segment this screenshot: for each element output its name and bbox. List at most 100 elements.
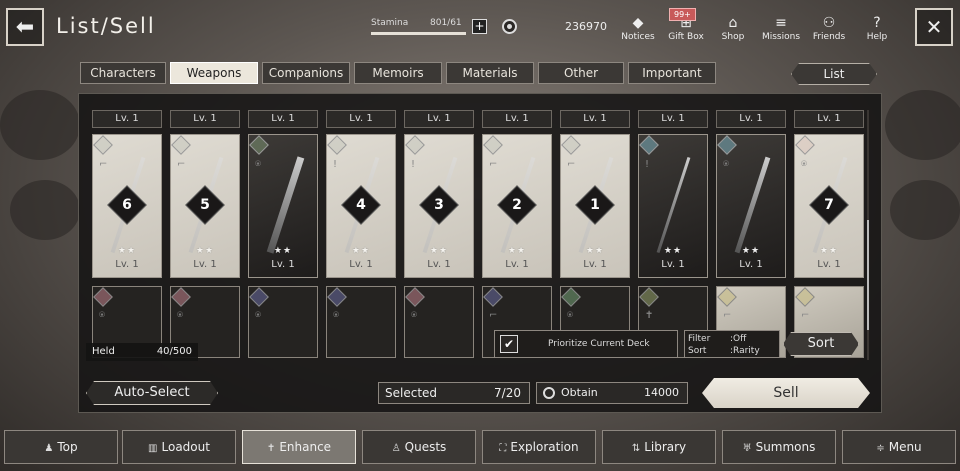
weapon-card[interactable]: ⍟ ★★ Lv. 1 bbox=[716, 134, 786, 278]
close-icon: ✕ bbox=[925, 15, 943, 39]
nav-loadout[interactable]: ▥ Loadout bbox=[122, 430, 236, 464]
tab-characters[interactable]: Characters bbox=[80, 62, 166, 84]
element-icon bbox=[561, 287, 581, 307]
shop-icon: ⌂ bbox=[728, 15, 738, 31]
element-icon bbox=[639, 135, 659, 155]
back-button[interactable]: ⬅ bbox=[6, 8, 44, 46]
currency-amount: 236970 bbox=[565, 20, 607, 33]
held-label: Held bbox=[92, 346, 115, 357]
weapon-level: Lv. 1 bbox=[349, 259, 373, 270]
element-icon bbox=[639, 287, 659, 307]
nav-menu[interactable]: ≑ Menu bbox=[842, 430, 956, 464]
element-icon bbox=[327, 135, 347, 155]
rarity-stars: ★★ bbox=[117, 246, 137, 256]
weapon-level: Lv. 1 bbox=[505, 259, 529, 270]
tab-weapons[interactable]: Weapons bbox=[170, 62, 258, 84]
tab-memoirs[interactable]: Memoirs bbox=[354, 62, 442, 84]
tab-companions[interactable]: Companions bbox=[262, 62, 350, 84]
selection-order-number: 2 bbox=[512, 197, 522, 213]
list-view-button[interactable]: List bbox=[791, 63, 877, 85]
shop-button[interactable]: ⌂ Shop bbox=[709, 14, 757, 42]
element-icon bbox=[249, 287, 269, 307]
back-arrow-icon: ⬅ bbox=[15, 14, 35, 40]
weapon-type-icon: ⌐ bbox=[489, 159, 498, 170]
sell-button[interactable]: Sell bbox=[702, 378, 870, 408]
weapon-type-icon: ⍟ bbox=[99, 310, 105, 321]
stamina-value: 801/61 bbox=[430, 18, 462, 28]
selection-order-number: 1 bbox=[590, 197, 600, 213]
background-chair bbox=[10, 180, 80, 240]
weapon-level: Lv. 1 bbox=[739, 259, 763, 270]
weapon-type-icon: ⍟ bbox=[177, 310, 183, 321]
selection-order-number: 3 bbox=[434, 197, 444, 213]
weapon-level: Lv. 1 bbox=[271, 259, 295, 270]
tab-materials[interactable]: Materials bbox=[446, 62, 534, 84]
weapon-card[interactable]: ! 4 ★★ Lv. 1 bbox=[326, 134, 396, 278]
sort-button[interactable]: Sort bbox=[783, 332, 859, 356]
summons-icon: ♅ bbox=[742, 443, 752, 454]
weapon-card[interactable]: ! ★★ Lv. 1 bbox=[638, 134, 708, 278]
level-strip: Lv. 1 bbox=[170, 110, 240, 128]
weapon-card[interactable]: ⍟ ★★ Lv. 1 bbox=[248, 134, 318, 278]
scrollbar-thumb[interactable] bbox=[867, 220, 869, 330]
sort-row: Sort:Rarity bbox=[688, 346, 760, 356]
weapon-type-icon: ⍟ bbox=[801, 159, 807, 170]
help-icon: ? bbox=[873, 15, 881, 31]
quests-icon: ♙ bbox=[391, 443, 401, 454]
weapon-card[interactable]: ⍟ bbox=[326, 286, 396, 358]
weapon-card[interactable]: ⌐ 5 ★★ Lv. 1 bbox=[170, 134, 240, 278]
selection-order-number: 6 bbox=[122, 197, 132, 213]
weapon-type-icon: ⌐ bbox=[801, 310, 810, 321]
notices-button[interactable]: ◆ Notices bbox=[614, 14, 662, 42]
weapon-level: Lv. 1 bbox=[661, 259, 685, 270]
level-strip: Lv. 1 bbox=[326, 110, 396, 128]
weapon-type-icon: ⌐ bbox=[567, 159, 576, 170]
weapon-type-icon: ⍟ bbox=[255, 159, 261, 170]
help-button[interactable]: ? Help bbox=[853, 14, 901, 42]
weapon-card[interactable]: ⌐ 1 ★★ Lv. 1 bbox=[560, 134, 630, 278]
rarity-stars: ★★ bbox=[507, 246, 527, 256]
nav-top[interactable]: ♟ Top bbox=[4, 430, 118, 464]
weapon-card[interactable]: ⌐ 6 ★★ Lv. 1 bbox=[92, 134, 162, 278]
weapon-card[interactable]: ⍟ 7 ★★ Lv. 1 bbox=[794, 134, 864, 278]
weapon-card[interactable]: ! 3 ★★ Lv. 1 bbox=[404, 134, 474, 278]
level-strip: Lv. 1 bbox=[638, 110, 708, 128]
weapon-image bbox=[656, 156, 691, 254]
obtain-label: Obtain bbox=[561, 386, 598, 399]
missions-button[interactable]: ≡ Missions bbox=[757, 14, 805, 42]
element-icon bbox=[561, 135, 581, 155]
weapon-type-icon: ! bbox=[645, 159, 650, 170]
nav-library[interactable]: ⇅ Library bbox=[602, 430, 716, 464]
weapon-type-icon: ⍟ bbox=[411, 310, 417, 321]
weapon-card[interactable]: ⌐ 2 ★★ Lv. 1 bbox=[482, 134, 552, 278]
element-icon bbox=[483, 135, 503, 155]
nav-enhance[interactable]: ✝ Enhance bbox=[242, 430, 356, 464]
friends-button[interactable]: ⚇ Friends bbox=[805, 14, 853, 42]
weapon-type-icon: ⍟ bbox=[723, 159, 729, 170]
nav-exploration[interactable]: ⛶ Exploration bbox=[482, 430, 596, 464]
notices-icon: ◆ bbox=[632, 15, 644, 31]
prioritize-deck-checkbox[interactable]: ✔ bbox=[500, 335, 518, 353]
selection-order-number: 4 bbox=[356, 197, 366, 213]
background-chair bbox=[0, 90, 80, 160]
element-icon bbox=[93, 287, 113, 307]
weapon-card[interactable]: ⍟ bbox=[248, 286, 318, 358]
level-strip: Lv. 1 bbox=[248, 110, 318, 128]
weapon-level: Lv. 1 bbox=[115, 259, 139, 270]
nav-summons[interactable]: ♅ Summons bbox=[722, 430, 836, 464]
add-stamina-button[interactable]: + bbox=[472, 19, 487, 34]
held-value: 40/500 bbox=[156, 346, 192, 357]
close-button[interactable]: ✕ bbox=[915, 8, 953, 46]
auto-select-button[interactable]: Auto-Select bbox=[86, 381, 218, 405]
tab-important[interactable]: Important bbox=[628, 62, 716, 84]
rarity-stars: ★★ bbox=[585, 246, 605, 256]
weapon-card[interactable]: ⍟ bbox=[404, 286, 474, 358]
tab-other[interactable]: Other bbox=[538, 62, 624, 84]
selection-order-number: 7 bbox=[824, 197, 834, 213]
element-icon bbox=[405, 135, 425, 155]
element-icon bbox=[93, 135, 113, 155]
selected-counter: Selected 7/20 bbox=[378, 382, 530, 404]
element-icon bbox=[405, 287, 425, 307]
nav-quests[interactable]: ♙ Quests bbox=[362, 430, 476, 464]
element-icon bbox=[327, 287, 347, 307]
